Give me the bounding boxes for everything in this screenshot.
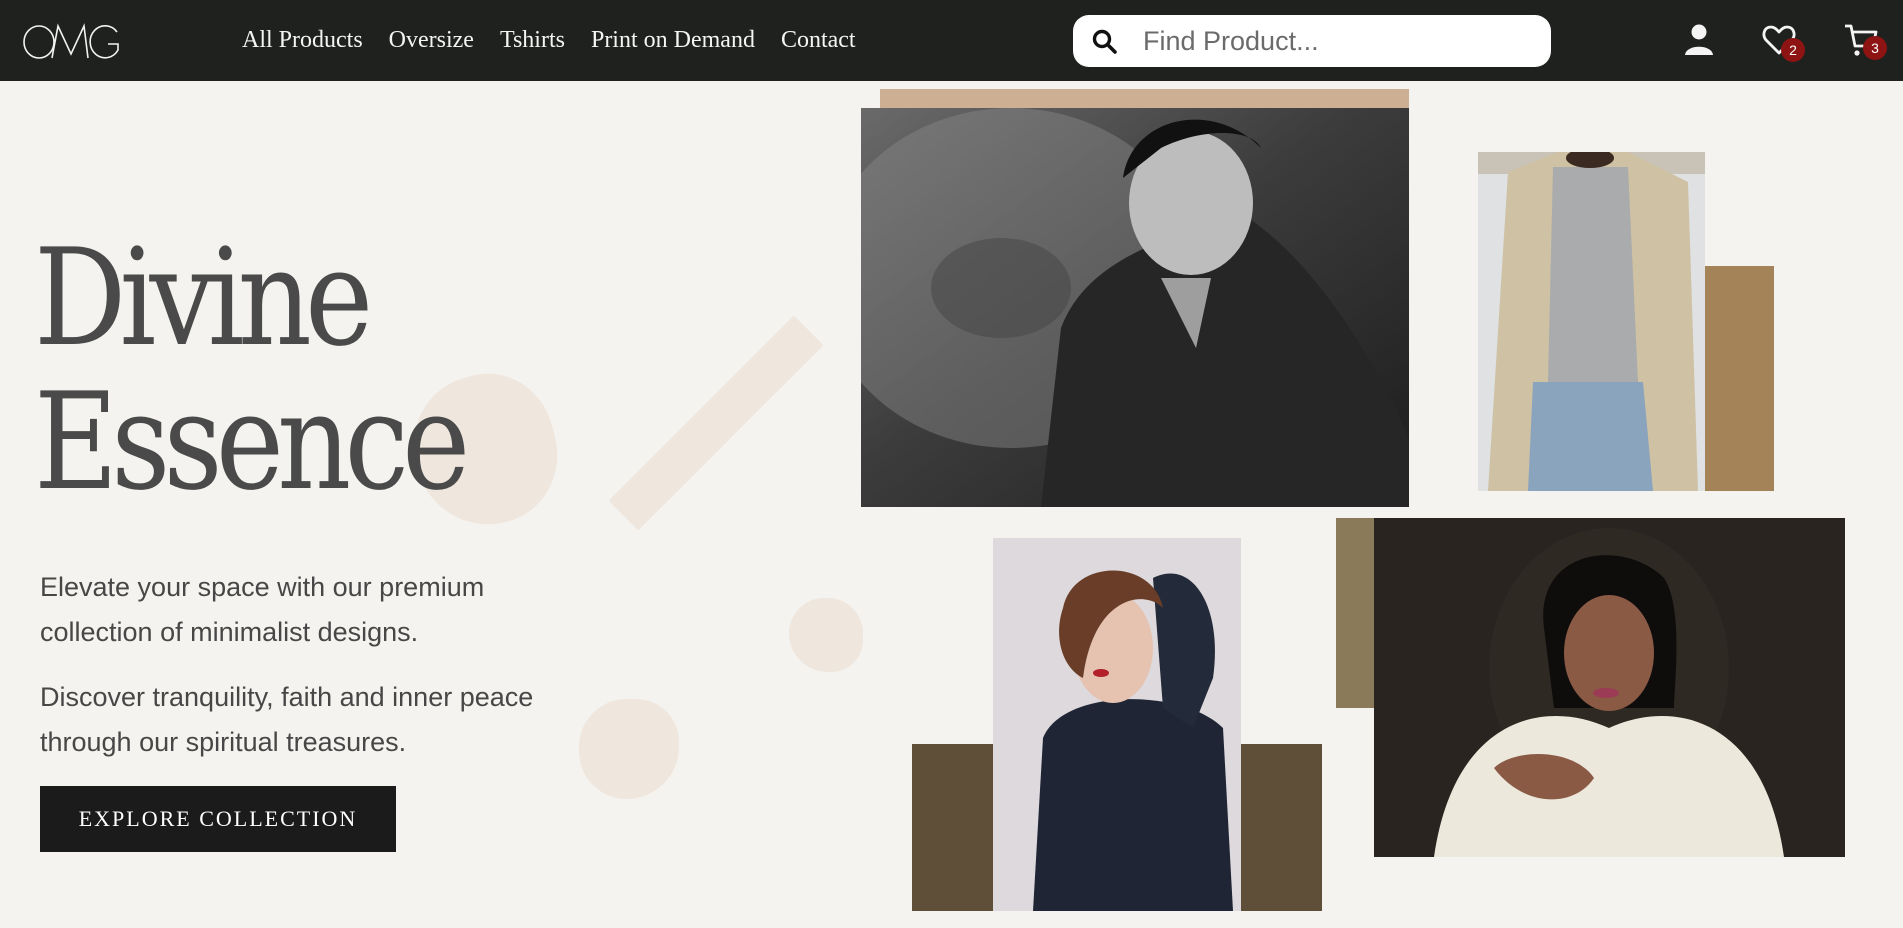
photo-woman-dotted-blouse-image: [993, 538, 1241, 911]
brand-logo-mark: [23, 23, 119, 59]
nav-link-all-products[interactable]: All Products: [242, 24, 363, 56]
hero-title: Divine Essence: [34, 220, 470, 520]
nav-link-tshirts[interactable]: Tshirts: [500, 24, 565, 56]
explore-collection-button[interactable]: EXPLORE COLLECTION: [40, 786, 396, 852]
brand-logo[interactable]: [22, 20, 122, 64]
nav-link-print-on-demand[interactable]: Print on Demand: [591, 24, 755, 56]
cart-count-badge: 3: [1863, 36, 1887, 60]
photo-man-dark-coat: [861, 108, 1409, 507]
photo-man-dark-coat-image: [861, 108, 1409, 507]
search-icon[interactable]: [1091, 28, 1119, 56]
hero-paragraph-2: Discover tranquility, faith and inner pe…: [40, 682, 534, 757]
nav-link-oversize[interactable]: Oversize: [389, 24, 474, 56]
wishlist-button[interactable]: 2: [1761, 22, 1807, 68]
decorative-blob-small: [789, 598, 863, 672]
hero-title-line-2: Essence: [34, 364, 470, 520]
photo-woman-white-fur-image: [1374, 518, 1845, 857]
nav-link-contact[interactable]: Contact: [781, 24, 856, 56]
search-input[interactable]: [1143, 23, 1533, 59]
cart-button[interactable]: 3: [1843, 22, 1889, 68]
decorative-diagonal-bar: [608, 315, 824, 531]
photo-accent-tan: [880, 89, 1409, 109]
photo-man-beige-coat-image: [1478, 152, 1705, 491]
search-bar: [1073, 15, 1551, 67]
user-icon[interactable]: [1681, 22, 1717, 58]
photo-woman-white-fur: [1374, 518, 1845, 857]
wishlist-count-badge: 2: [1781, 38, 1805, 62]
photo-woman-dotted-blouse: [993, 538, 1241, 911]
top-navbar: All Products Oversize Tshirts Print on D…: [0, 0, 1903, 81]
photo-accent-brown: [1703, 266, 1774, 491]
photo-man-beige-coat: [1478, 152, 1705, 491]
main-nav: All Products Oversize Tshirts Print on D…: [242, 24, 882, 56]
hero-title-line-1: Divine: [34, 220, 373, 376]
hero-paragraph-1: Elevate your space with our premium coll…: [40, 572, 485, 647]
